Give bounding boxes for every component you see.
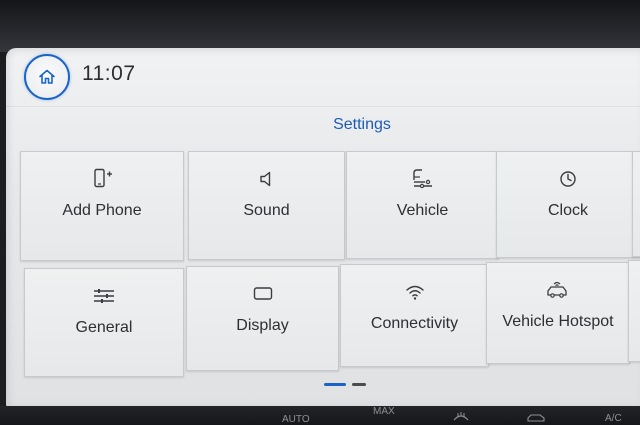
display-icon	[253, 287, 272, 300]
tile-label: Vehicle	[396, 202, 449, 219]
speaker-icon	[259, 171, 270, 187]
settings-screen: 11:07 Settings Add Phone Sound Vehicle C…	[6, 48, 640, 410]
tile-general[interactable]: General	[24, 268, 184, 377]
tile-label: Vehicle Hotspot	[502, 313, 614, 330]
screen-bezel	[0, 0, 640, 52]
page-indicator-active[interactable]	[324, 383, 346, 386]
sliders-icon	[94, 289, 114, 303]
tile-partial-next[interactable]	[628, 260, 640, 362]
status-clock: 11:07	[82, 62, 136, 85]
page-title: Settings	[333, 116, 391, 133]
tile-sound[interactable]: Sound	[188, 151, 345, 260]
tile-connectivity[interactable]: Connectivity	[340, 264, 489, 367]
wifi-icon	[405, 285, 424, 300]
ac-button[interactable]: A/C	[605, 413, 622, 424]
tile-add-phone[interactable]: Add Phone	[20, 151, 184, 261]
home-icon	[39, 69, 55, 84]
climate-bar: AUTO MAX A/C	[0, 406, 640, 425]
home-button[interactable]	[24, 54, 70, 100]
car-hotspot-icon	[547, 281, 567, 298]
max-defrost-button[interactable]: MAX	[373, 406, 395, 417]
clock-icon	[560, 171, 576, 187]
recirculation-icon[interactable]	[526, 413, 546, 423]
tile-vehicle[interactable]: Vehicle	[346, 151, 499, 259]
tile-partial-next[interactable]	[632, 151, 640, 257]
auto-button[interactable]: AUTO	[282, 414, 310, 425]
tile-label: Connectivity	[370, 315, 459, 332]
tile-vehicle-hotspot[interactable]: Vehicle Hotspot	[486, 262, 630, 364]
add-phone-icon	[94, 168, 112, 188]
tile-label: Display	[236, 317, 289, 334]
tile-label: Add Phone	[62, 202, 142, 219]
tile-label: General	[75, 319, 133, 336]
defrost-icon[interactable]	[452, 410, 470, 422]
tile-display[interactable]: Display	[186, 266, 339, 371]
tile-clock[interactable]: Clock	[496, 151, 640, 258]
tile-label: Clock	[547, 202, 588, 219]
vehicle-settings-icon	[412, 169, 432, 189]
tile-label: Sound	[243, 202, 290, 219]
header-divider	[6, 106, 640, 107]
page-indicator[interactable]	[352, 383, 366, 386]
